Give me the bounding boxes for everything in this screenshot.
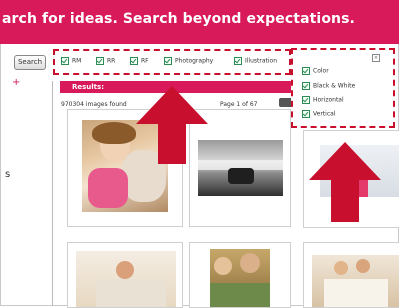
- photo-face-d: [356, 259, 370, 273]
- checkbox-icon[interactable]: [302, 67, 310, 75]
- banner-tagline: arch for ideas. Search beyond expectatio…: [2, 11, 355, 27]
- option-color[interactable]: Color: [302, 67, 329, 75]
- checkbox-icon[interactable]: [164, 57, 172, 65]
- photo-sand: [96, 279, 166, 307]
- photo-head: [116, 261, 134, 279]
- checkbox-icon[interactable]: [302, 96, 310, 104]
- checkbox-icon[interactable]: [130, 57, 138, 65]
- arrow-shape-left: [136, 86, 208, 164]
- header-banner: arch for ideas. Search beyond expectatio…: [0, 0, 399, 44]
- photo-bw-landscape[interactable]: [198, 140, 283, 196]
- option-horizontal[interactable]: Horizontal: [302, 96, 344, 104]
- photo-hair: [92, 122, 136, 144]
- photo-face-a: [214, 257, 232, 275]
- option-black-white[interactable]: Black & White: [302, 82, 355, 90]
- filter-rr[interactable]: RR: [96, 57, 115, 65]
- photo-face-b: [240, 253, 260, 273]
- filter-rf[interactable]: RF: [130, 57, 149, 65]
- photo-shirt: [88, 168, 128, 208]
- up-arrow-annotation-left: [136, 86, 208, 164]
- photo-figure: [228, 168, 254, 184]
- sidebar-text-fragment: s: [5, 169, 11, 180]
- up-arrow-annotation-right: [309, 142, 381, 222]
- photo-family-beach[interactable]: [76, 251, 176, 307]
- page-indicator: Page 1 of 67: [220, 101, 258, 108]
- filter-rm[interactable]: RM: [61, 57, 81, 65]
- photo-family-group[interactable]: [312, 255, 399, 307]
- photo-clothes: [324, 279, 388, 307]
- filter-illustration[interactable]: Illustration: [234, 57, 277, 65]
- thumbnail-5[interactable]: [189, 242, 291, 308]
- arrow-shape-right: [309, 142, 381, 222]
- photo-group-outdoors[interactable]: [210, 249, 270, 307]
- thumbnail-4[interactable]: [67, 242, 183, 308]
- option-vertical[interactable]: Vertical: [302, 110, 335, 118]
- filter-photography[interactable]: Photography: [164, 57, 213, 65]
- checkbox-icon[interactable]: [96, 57, 104, 65]
- result-count: 970304 images found: [61, 101, 127, 108]
- checkbox-icon[interactable]: [234, 57, 242, 65]
- photo-grass: [210, 283, 270, 307]
- thumbnail-6[interactable]: [303, 242, 399, 308]
- left-sidebar: [0, 81, 53, 306]
- close-icon[interactable]: ×: [372, 54, 380, 62]
- checkbox-icon[interactable]: [61, 57, 69, 65]
- search-button[interactable]: Search: [14, 55, 46, 70]
- photo-face-c: [334, 261, 348, 275]
- checkbox-icon[interactable]: [302, 110, 310, 118]
- expand-plus-icon[interactable]: +: [12, 77, 20, 88]
- checkbox-icon[interactable]: [302, 82, 310, 90]
